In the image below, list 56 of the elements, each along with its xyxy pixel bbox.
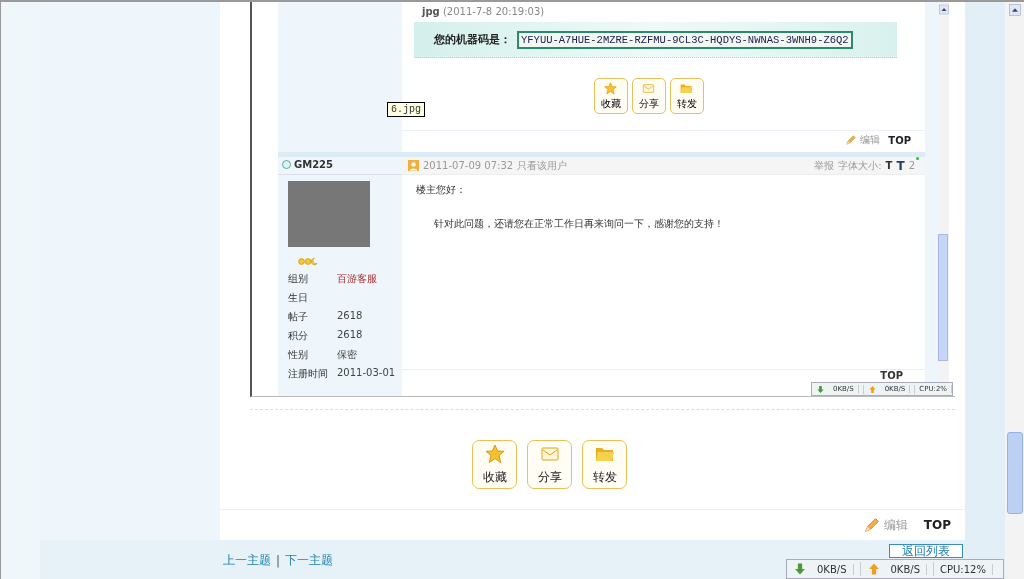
profile-value: 2011-03-01 [337,367,397,380]
action-button[interactable]: 分享 [527,440,572,490]
scroll-thumb[interactable] [1007,432,1023,514]
status-dot-icon [282,160,291,169]
profile-label: 性别 [288,348,309,362]
floor-number: 2 [908,160,915,171]
profile-label: 注册时间 [288,367,329,381]
profile-label: 生日 [288,291,309,305]
action-button[interactable]: 转发 [669,78,704,114]
top-link[interactable]: TOP [923,518,951,533]
action-button[interactable]: 收藏 [472,440,517,490]
profile-label: 积分 [288,329,309,343]
back-to-list-button[interactable]: 返回列表 [889,544,963,558]
profile-label: 组别 [288,272,309,286]
attachment-info: jpg (2011-7-8 20:19:03) [420,5,546,17]
down-arrow-icon [793,562,807,576]
scrollbar[interactable] [939,2,949,383]
profile-value: 保密 [337,348,358,362]
profile-label: 帖子 [288,310,309,324]
post-greeting: 楼主您好： [415,183,467,197]
scroll-up-icon [1007,4,1022,16]
post-date: 2011-07-09 07:32 [423,160,514,171]
top-link[interactable]: TOP [888,134,911,146]
pencil-icon [845,134,858,146]
down-arrow-icon [816,384,825,394]
profile-value: 百游客服 [337,272,378,286]
action-button[interactable]: 分享 [631,78,666,114]
link-separator: | [276,553,281,568]
online-dot-icon [916,157,919,160]
upload-speed: 0KB/S [884,563,927,575]
profile-value: 2618 [337,310,364,323]
user-icon [408,160,419,171]
font-small-button[interactable]: T [885,160,893,171]
font-large-button[interactable]: T [896,158,905,173]
top-link[interactable]: TOP [880,370,903,382]
profile-value: 2618 [337,329,364,342]
scroll-up-icon [939,4,949,15]
scroll-thumb[interactable] [938,234,948,361]
action-button[interactable]: 收藏 [593,78,628,114]
star-icon [484,443,505,464]
author-name[interactable]: GM225 [294,159,334,170]
cpu-usage: CPU:12% [934,563,993,575]
pencil-icon [862,516,881,535]
envelope-icon [642,81,655,95]
tooltip: 6.jpg [387,102,425,117]
machine-code-field: YFYUU-A7HUE-2MZRE-RZFMU-9CL3C-HQDYS-NWNAS-3WNH9-Z6Q2 [517,30,853,49]
action-button[interactable]: 转发 [582,440,627,490]
font-size-label: 字体大小: [838,158,882,173]
post-text: 针对此问题，还请您在正常工作日再来询问一下，感谢您的支持！ [433,217,725,231]
up-arrow-icon [867,384,877,394]
download-speed: 0KB/S [811,563,854,575]
next-topic-link[interactable]: 下一主题 [285,552,334,569]
star-icon [604,81,617,95]
scrollbar[interactable] [1005,2,1024,579]
previous-topic-link[interactable]: 上一主题 [223,552,271,569]
machine-code-label: 您的机器码是： [434,32,511,47]
